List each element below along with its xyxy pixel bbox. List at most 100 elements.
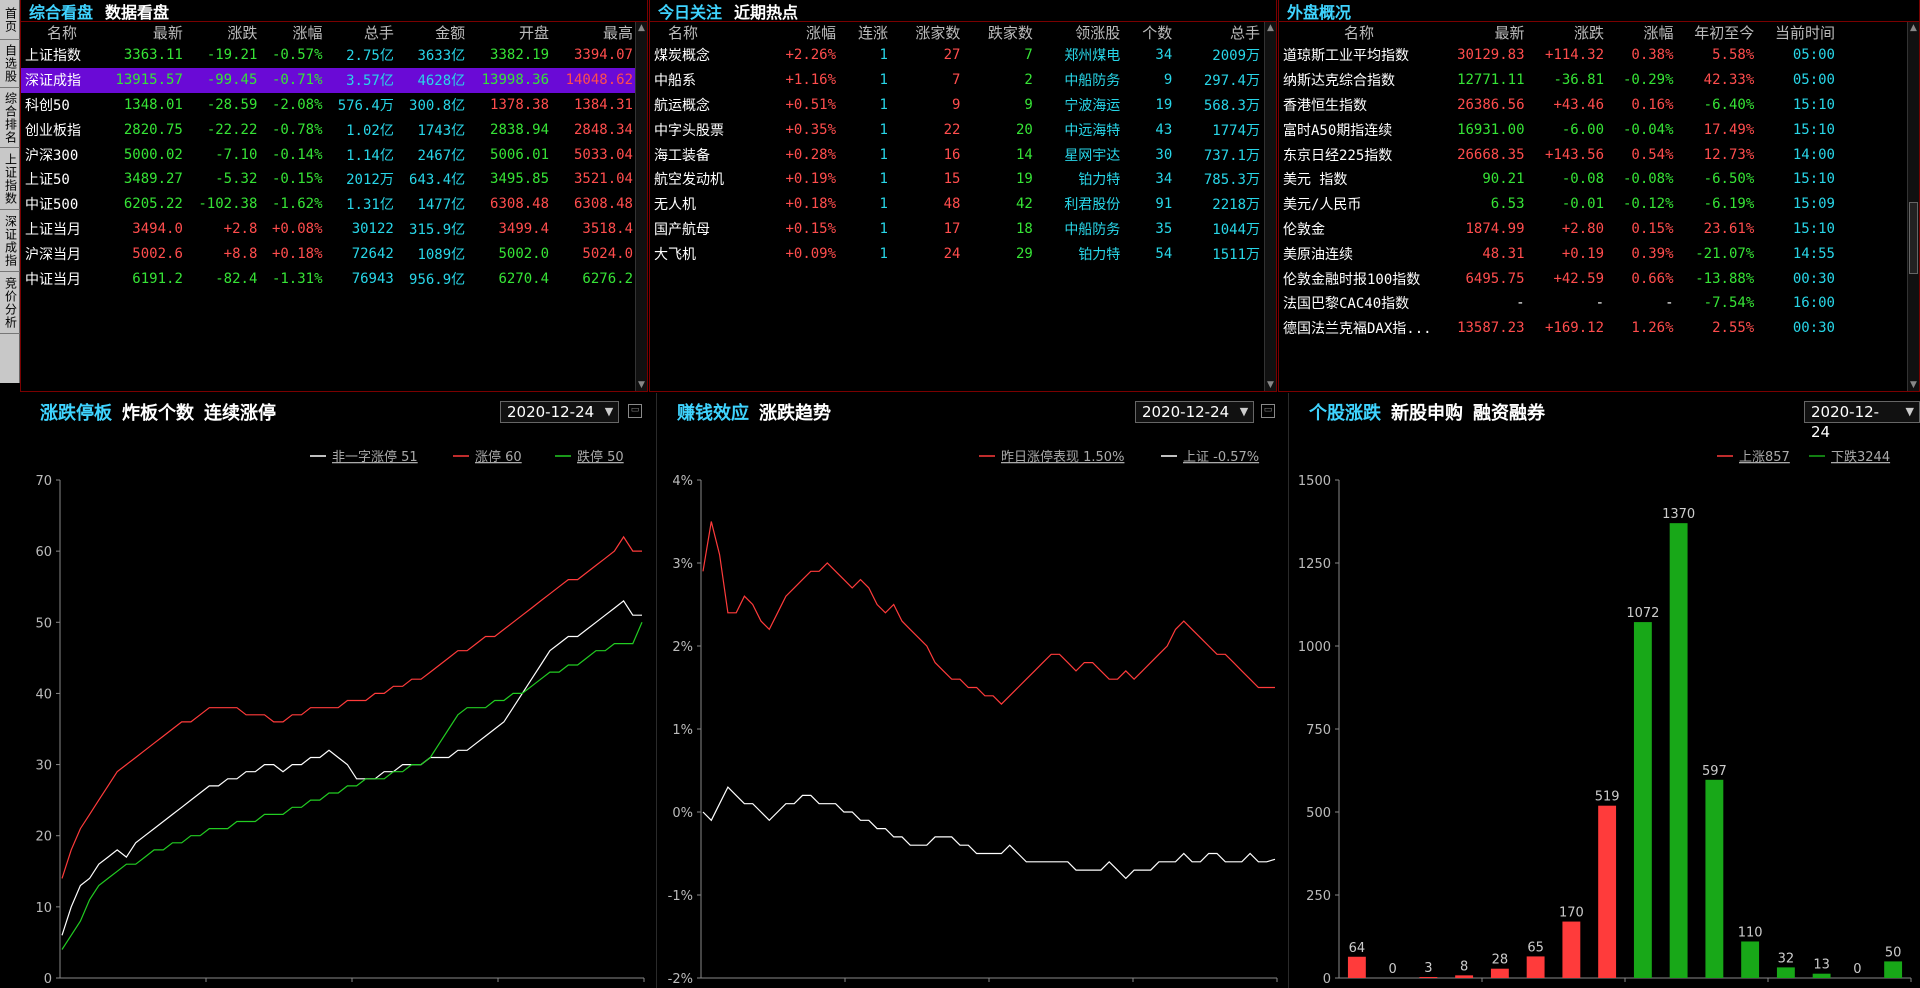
tab-money-effect[interactable]: 赚钱效应 [677, 399, 749, 425]
col-volume[interactable]: 总手 [1176, 22, 1264, 43]
table-row[interactable]: 煤炭概念 +2.26% 1 27 7 郑州煤电 34 2009万 [650, 43, 1264, 68]
row-leader[interactable]: 郑州煤电 [1037, 43, 1124, 68]
row-name: 中证当月 [25, 271, 81, 288]
row-amount: 3633亿 [417, 48, 466, 65]
col-pct[interactable]: 涨幅 [1608, 22, 1678, 43]
tab-recent-hot[interactable]: 近期热点 [734, 0, 798, 23]
col-last[interactable]: 最新 [1439, 22, 1529, 43]
table-row[interactable]: 大飞机 +0.09% 1 24 29 铂力特 54 1511万 [650, 241, 1264, 266]
money-settings-icon[interactable]: ▭ [1261, 404, 1275, 418]
row-volume: 2009万 [1212, 48, 1260, 65]
table-row[interactable]: 中证500 6205.22 -102.38 -1.62% 1.31亿 1477亿 6308.… [21, 192, 637, 217]
table-row[interactable]: 科创50 1348.01 -28.59 -2.08% 576.4万 300.8亿 1378.… [21, 93, 637, 118]
tab-market-overview[interactable]: 综合看盘 [29, 0, 93, 23]
table-row[interactable]: 国产航母 +0.15% 1 17 18 中船防务 35 1044万 [650, 217, 1264, 242]
table-row[interactable]: 中船系 +1.16% 1 7 2 中船防务 9 297.4万 [650, 68, 1264, 93]
row-leader[interactable]: 中船防务 [1037, 68, 1124, 93]
tab-data-overview[interactable]: 数据看盘 [105, 0, 169, 23]
col-name[interactable]: 名称 [1279, 22, 1439, 43]
tab-stock-updown[interactable]: 个股涨跌 [1309, 399, 1381, 425]
side-tab-sz-index[interactable]: 深证成指 [0, 210, 20, 272]
table-row[interactable]: 香港恒生指数 26386.56 +43.46 0.16% -6.40% 15:10 [1279, 93, 1839, 118]
tab-margin-trading[interactable]: 融资融券 [1473, 399, 1545, 425]
scroll-down-icon[interactable]: ▼ [1265, 379, 1276, 391]
col-volume[interactable]: 总手 [327, 22, 398, 43]
table-row[interactable]: 中证当月 6191.2 -82.4 -1.31% 76943 956.9亿 6270.4 62… [21, 266, 637, 291]
table-row[interactable]: 航空发动机 +0.19% 1 15 19 铂力特 34 785.3万 [650, 167, 1264, 192]
row-leader[interactable]: 利君股份 [1037, 192, 1124, 217]
row-leader[interactable]: 铂力特 [1037, 241, 1124, 266]
table-row[interactable]: 美原油连续 48.31 +0.19 0.39% -21.07% 14:55 [1279, 241, 1839, 266]
col-open[interactable]: 开盘 [469, 22, 553, 43]
table-row[interactable]: 上证50 3489.27 -5.32 -0.15% 2012万 643.4亿 3495.85… [21, 167, 637, 192]
limit-date-select[interactable]: 2020-12-24 ▼ [500, 401, 620, 423]
table-row[interactable]: 伦敦金融时报100指数 6495.75 +42.59 0.66% -13.88% 00:3… [1279, 266, 1839, 291]
table-row[interactable]: 富时A50期指连续 16931.00 -6.00 -0.04% 17.49% 15:10 [1279, 117, 1839, 142]
scroll-down-icon[interactable]: ▼ [636, 379, 647, 391]
tab-trend[interactable]: 涨跌趋势 [759, 399, 831, 425]
col-up-count[interactable]: 涨家数 [892, 22, 964, 43]
row-leader[interactable]: 宁波海运 [1037, 93, 1124, 118]
row-leader[interactable]: 中远海特 [1037, 117, 1124, 142]
table-row[interactable]: 美元/人民币 6.53 -0.01 -0.12% -6.19% 15:09 [1279, 192, 1839, 217]
tab-broken-boards[interactable]: 炸板个数 [122, 399, 194, 425]
row-leader[interactable]: 中船防务 [1037, 217, 1124, 242]
scroll-down-icon[interactable]: ▼ [1908, 379, 1919, 391]
market-scrollbar[interactable]: ▲ ▼ [635, 22, 647, 391]
table-row[interactable]: 无人机 +0.18% 1 48 42 利君股份 91 2218万 [650, 192, 1264, 217]
side-tab-auction[interactable]: 竞价分析 [0, 272, 20, 334]
col-amount[interactable]: 金额 [398, 22, 469, 43]
col-count[interactable]: 个数 [1124, 22, 1176, 43]
money-date-select[interactable]: 2020-12-24 ▼ [1135, 401, 1255, 423]
col-name[interactable]: 名称 [650, 22, 760, 43]
col-time[interactable]: 当前时间 [1758, 22, 1839, 43]
limit-settings-icon[interactable]: ▭ [628, 404, 642, 418]
tab-today-focus[interactable]: 今日关注 [658, 0, 722, 23]
table-row[interactable]: 上证当月 3494.0 +2.8 +0.08% 30122 315.9亿 3499.4 351… [21, 217, 637, 242]
hot-scrollbar[interactable]: ▲ ▼ [1264, 22, 1276, 391]
col-change[interactable]: 涨跌 [1529, 22, 1609, 43]
side-tab-sh-index[interactable]: 上证指数 [0, 148, 20, 210]
table-row[interactable]: 中字头股票 +0.35% 1 22 20 中远海特 43 1774万 [650, 117, 1264, 142]
row-leader[interactable]: 星网宇达 [1037, 142, 1124, 167]
table-row[interactable]: 伦敦金 1874.99 +2.80 0.15% 23.61% 15:10 [1279, 217, 1839, 242]
col-down-count[interactable]: 跌家数 [964, 22, 1036, 43]
scroll-up-icon[interactable]: ▲ [1265, 22, 1276, 34]
col-streak[interactable]: 连涨 [840, 22, 892, 43]
tab-ipo-subscription[interactable]: 新股申购 [1391, 399, 1463, 425]
table-row[interactable]: 上证指数 3363.11 -19.21 -0.57% 2.75亿 3633亿 3382.19… [21, 43, 637, 68]
foreign-scrollbar[interactable]: ▲ ▼ [1907, 22, 1919, 391]
col-ytd[interactable]: 年初至今 [1678, 22, 1759, 43]
side-tab-watchlist[interactable]: 自选股 [0, 40, 20, 88]
table-row[interactable]: 东京日经225指数 26668.35 +143.56 0.54% 12.73% 14:00 [1279, 142, 1839, 167]
table-row[interactable]: 沪深300 5000.02 -7.10 -0.14% 1.14亿 2467亿 5006.01… [21, 142, 637, 167]
table-row[interactable]: 航运概念 +0.51% 1 9 9 宁波海运 19 568.3万 [650, 93, 1264, 118]
side-tab-home[interactable]: 首页 [0, 0, 20, 40]
col-pct[interactable]: 涨幅 [760, 22, 840, 43]
table-row[interactable]: 创业板指 2820.75 -22.22 -0.78% 1.02亿 1743亿 2838.94… [21, 117, 637, 142]
col-high[interactable]: 最高 [553, 22, 637, 43]
side-tab-ranking[interactable]: 综合排名 [0, 88, 20, 148]
scroll-up-icon[interactable]: ▲ [1908, 22, 1919, 34]
table-row[interactable]: 沪深当月 5002.6 +8.8 +0.18% 72642 1089亿 5002.0 5024… [21, 241, 637, 266]
col-last[interactable]: 最新 [103, 22, 187, 43]
row-leader[interactable]: 铂力特 [1037, 167, 1124, 192]
scroll-up-icon[interactable]: ▲ [636, 22, 647, 34]
table-row[interactable]: 德国法兰克福DAX指... 13587.23 +169.12 1.26% 2.55% 00… [1279, 316, 1839, 341]
table-row[interactable]: 深证成指 13915.57 -99.45 -0.71% 3.57亿 4628亿 13998.… [21, 67, 637, 93]
foreign-scroll-thumb[interactable] [1909, 202, 1918, 274]
col-name[interactable]: 名称 [21, 22, 103, 43]
table-row[interactable]: 道琼斯工业平均指数 30129.83 +114.32 0.38% 5.58% 05:00 [1279, 43, 1839, 68]
col-leader[interactable]: 领涨股 [1037, 22, 1124, 43]
table-row[interactable]: 纳斯达克综合指数 12771.11 -36.81 -0.29% 42.33% 05:00 [1279, 68, 1839, 93]
table-row[interactable]: 法国巴黎CAC40指数 - - - -7.54% 16:00 [1279, 291, 1839, 316]
tab-foreign-overview[interactable]: 外盘概况 [1287, 0, 1351, 23]
row-name: 上证当月 [25, 221, 81, 238]
table-row[interactable]: 海工装备 +0.28% 1 16 14 星网宇达 30 737.1万 [650, 142, 1264, 167]
table-row[interactable]: 美元 指数 90.21 -0.08 -0.08% -6.50% 15:10 [1279, 167, 1839, 192]
col-change[interactable]: 涨跌 [187, 22, 262, 43]
stock-date-select[interactable]: 2020-12-24 ▼ [1804, 401, 1920, 441]
tab-limit-board[interactable]: 涨跌停板 [40, 399, 112, 425]
col-pct[interactable]: 涨幅 [261, 22, 326, 43]
tab-consecutive-limit[interactable]: 连续涨停 [204, 399, 276, 425]
